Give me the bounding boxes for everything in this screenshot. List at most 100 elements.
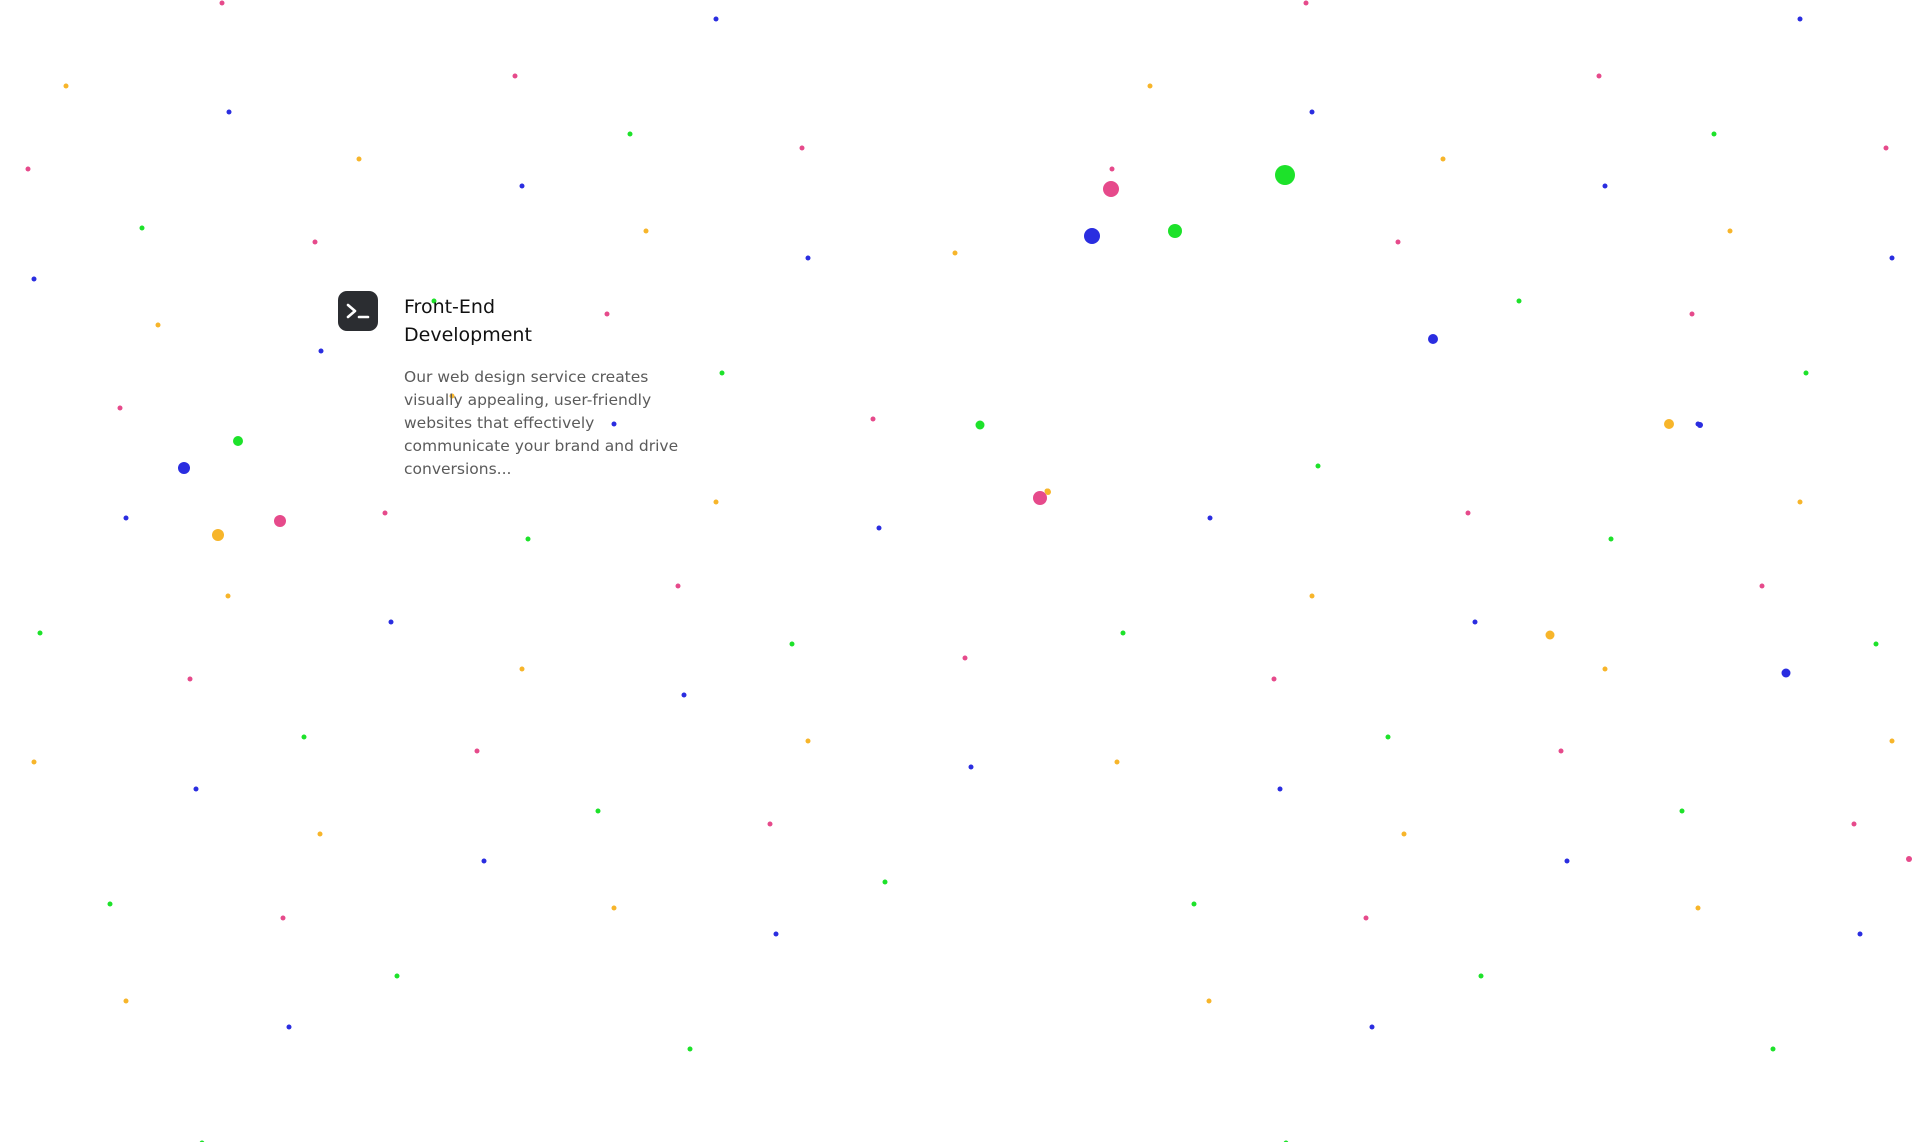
confetti-dot	[595, 808, 601, 814]
confetti-dot	[193, 786, 199, 792]
confetti-dot	[1679, 808, 1685, 814]
confetti-dot	[317, 831, 323, 837]
confetti-dot	[519, 183, 525, 189]
confetti-dot	[1465, 510, 1471, 516]
confetti-dot	[1689, 311, 1695, 317]
confetti-dot	[519, 666, 525, 672]
confetti-dot	[1857, 931, 1863, 937]
confetti-dot	[1545, 630, 1555, 640]
confetti-dot	[394, 973, 400, 979]
confetti-dot	[968, 764, 974, 770]
confetti-dot	[1207, 515, 1213, 521]
confetti-dot	[1516, 298, 1522, 304]
terminal-icon	[338, 291, 378, 331]
confetti-dot	[1120, 630, 1126, 636]
confetti-dot	[1851, 821, 1857, 827]
confetti-dot	[1803, 370, 1809, 376]
confetti-dot	[975, 420, 985, 430]
confetti-dot	[1309, 593, 1315, 599]
confetti-dot	[1478, 973, 1484, 979]
confetti-dot	[1711, 131, 1717, 137]
confetti-dot	[1033, 491, 1047, 505]
confetti-dot	[1395, 239, 1401, 245]
confetti-dot	[1275, 165, 1295, 185]
confetti-dot	[481, 858, 487, 864]
confetti-dot	[117, 405, 123, 411]
service-card-body: Front-End Development Our web design ser…	[404, 291, 694, 481]
confetti-dot	[1906, 856, 1912, 862]
confetti-dot	[882, 879, 888, 885]
confetti-dot	[627, 131, 633, 137]
confetti-dot	[280, 915, 286, 921]
confetti-dot	[139, 225, 145, 231]
confetti-dot	[312, 239, 318, 245]
confetti-dot	[63, 83, 69, 89]
confetti-dot	[286, 1024, 292, 1030]
confetti-dot	[123, 515, 129, 521]
confetti-dot	[25, 166, 31, 172]
confetti-dot	[212, 529, 224, 541]
confetti-dot	[1168, 224, 1182, 238]
confetti-dot	[1695, 905, 1701, 911]
confetti-dot	[799, 145, 805, 151]
confetti-dot	[675, 583, 681, 589]
confetti-dot	[1103, 181, 1119, 197]
confetti-dot	[767, 821, 773, 827]
confetti-dot	[1889, 738, 1895, 744]
confetti-dot	[876, 525, 882, 531]
confetti-dot	[1759, 583, 1765, 589]
confetti-dot	[1206, 998, 1212, 1004]
confetti-dot	[1781, 668, 1791, 678]
confetti-dot	[1271, 676, 1277, 682]
confetti-dot	[1045, 489, 1051, 495]
confetti-dot	[687, 1046, 693, 1052]
confetti-dot	[1727, 228, 1733, 234]
confetti-dot	[1369, 1024, 1375, 1030]
confetti-dot	[1602, 666, 1608, 672]
confetti-dot	[643, 228, 649, 234]
confetti-dot	[107, 901, 113, 907]
confetti-dot	[1191, 901, 1197, 907]
confetti-dot	[952, 250, 958, 256]
confetti-dot	[178, 462, 190, 474]
service-description: Our web design service creates visually …	[404, 368, 679, 478]
confetti-dot	[1608, 536, 1614, 542]
confetti-dot	[1084, 228, 1100, 244]
confetti-dot	[382, 510, 388, 516]
confetti-dot	[1797, 499, 1803, 505]
confetti-dot	[318, 348, 324, 354]
confetti-dot	[1873, 641, 1879, 647]
confetti-dot	[1428, 334, 1438, 344]
page-background: Front-End Development Our web design ser…	[0, 0, 1920, 1142]
confetti-dot	[474, 748, 480, 754]
confetti-dot	[1596, 73, 1602, 79]
confetti-dot	[1883, 145, 1889, 151]
confetti-dot	[1564, 858, 1570, 864]
confetti-dot	[37, 630, 43, 636]
confetti-dot	[233, 436, 243, 446]
confetti-dot	[1558, 748, 1564, 754]
confetti-dot	[789, 641, 795, 647]
service-title: Front-End Development	[404, 296, 532, 346]
confetti-dot	[1277, 786, 1283, 792]
confetti-dot	[719, 370, 725, 376]
confetti-dot	[1664, 419, 1674, 429]
confetti-dot	[1401, 831, 1407, 837]
confetti-dot	[525, 536, 531, 542]
confetti-dot	[870, 416, 876, 422]
confetti-dot	[1109, 166, 1115, 172]
confetti-dot	[31, 276, 37, 282]
confetti-dot	[962, 655, 968, 661]
confetti-dot	[512, 73, 518, 79]
confetti-dot	[1797, 16, 1803, 22]
confetti-dot	[226, 109, 232, 115]
confetti-dot	[1385, 734, 1391, 740]
confetti-dot	[713, 16, 719, 22]
confetti-dot	[31, 759, 37, 765]
confetti-dot	[805, 738, 811, 744]
confetti-dots-background	[25, 0, 1912, 1142]
confetti-dot	[805, 255, 811, 261]
confetti-dot	[1114, 759, 1120, 765]
service-card: Front-End Development Our web design ser…	[338, 291, 698, 481]
confetti-dot	[1472, 619, 1478, 625]
